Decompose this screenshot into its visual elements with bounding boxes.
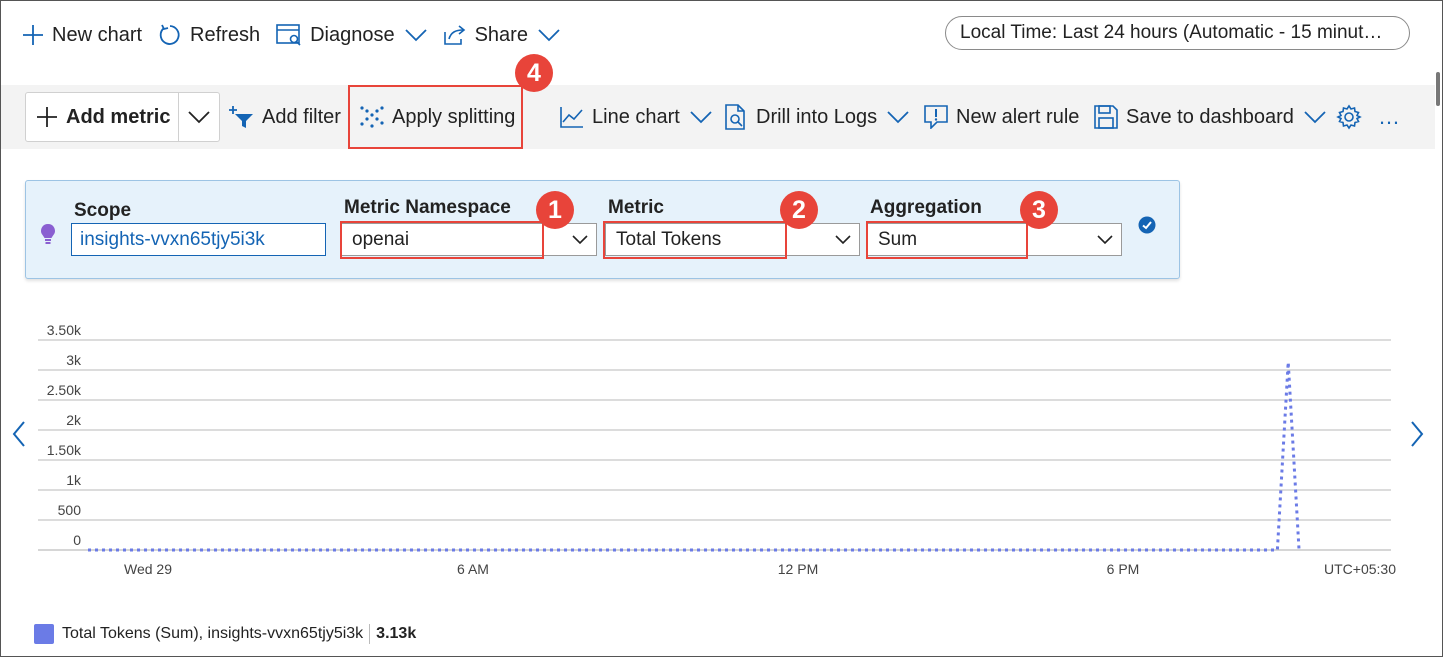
x-tick-label: 6 PM — [1106, 561, 1140, 577]
x-tick-label: 12 PM — [777, 561, 819, 577]
y-tick-label: 2.50k — [46, 382, 81, 398]
step-badge-1: 1 — [536, 191, 574, 229]
step-badge-2: 2 — [780, 191, 818, 229]
y-tick-label: 0 — [73, 532, 81, 548]
y-tick-label: 2k — [66, 412, 81, 428]
y-tick-label: 1k — [66, 472, 81, 488]
timezone-label: UTC+05:30 — [1324, 561, 1396, 577]
legend-series-label: Total Tokens (Sum), insights-vvxn65tjy5i… — [62, 625, 364, 642]
line-chart — [38, 339, 1391, 552]
y-tick-label: 500 — [57, 502, 81, 518]
legend-swatch — [34, 624, 54, 644]
step-badge-3: 3 — [1020, 191, 1058, 229]
chart-legend[interactable]: Total Tokens (Sum), insights-vvxn65tjy5i… — [34, 624, 416, 644]
step-badge-4: 4 — [515, 54, 553, 92]
y-tick-label: 3.50k — [46, 322, 81, 338]
x-tick-label: Wed 29 — [124, 561, 172, 577]
series-line[interactable] — [88, 362, 1301, 552]
y-tick-label: 3k — [66, 352, 81, 368]
legend-divider — [369, 624, 371, 644]
legend-series-value: 3.13k — [376, 625, 417, 642]
y-tick-label: 1.50k — [46, 442, 81, 458]
x-tick-label: 6 AM — [457, 561, 489, 577]
